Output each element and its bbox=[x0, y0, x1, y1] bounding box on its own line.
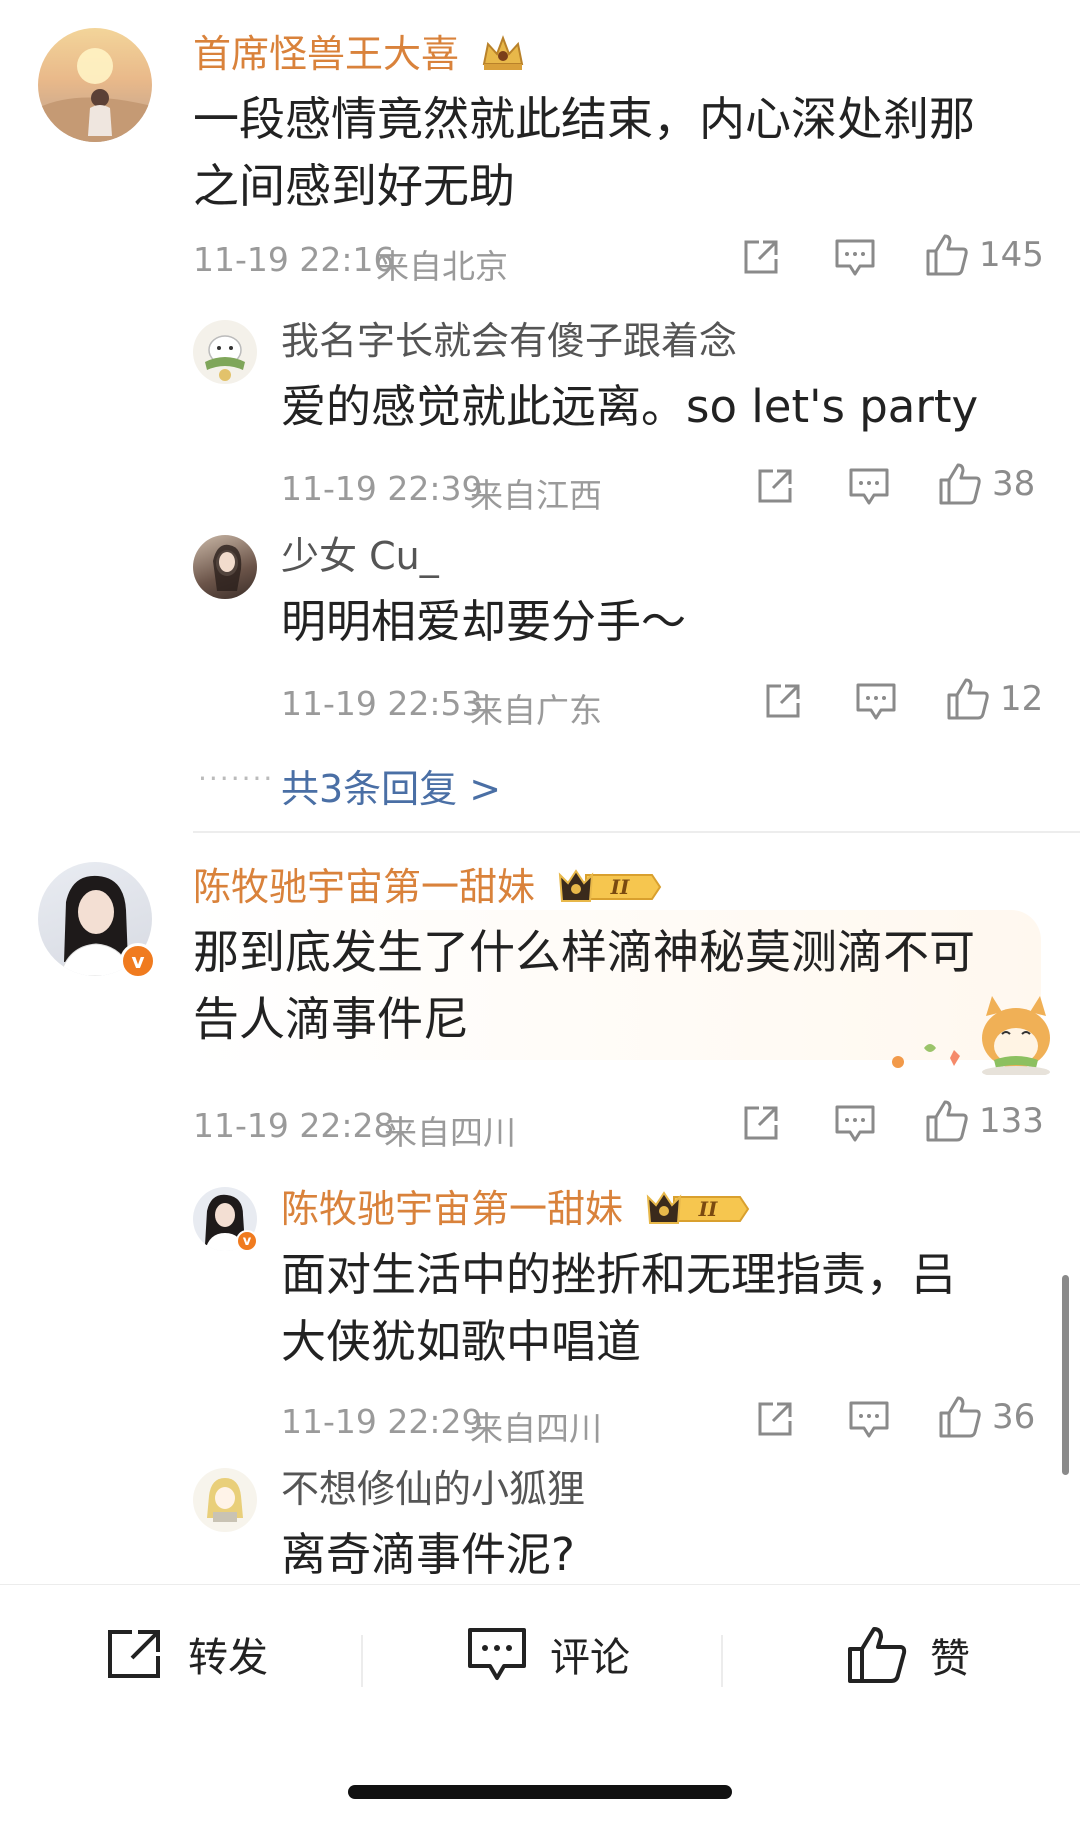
reply-text: 爱的感觉就此远离。so let's party bbox=[281, 380, 979, 433]
location: 来自江西 bbox=[470, 476, 602, 515]
like-button[interactable]: 12 bbox=[946, 677, 1043, 721]
location: 来自广东 bbox=[470, 691, 602, 730]
reply-button[interactable] bbox=[834, 1104, 876, 1144]
like-button[interactable]: 133 bbox=[925, 1099, 1044, 1143]
crown-badge-icon bbox=[480, 34, 526, 78]
reply-button[interactable] bbox=[848, 467, 890, 507]
reply-text: 离奇滴事件泥? bbox=[281, 1528, 575, 1581]
avatar[interactable] bbox=[38, 28, 152, 142]
shiba-sticker-icon bbox=[890, 990, 1060, 1079]
repost-button[interactable] bbox=[741, 1103, 781, 1143]
like-count: 38 bbox=[992, 464, 1036, 504]
thumbs-up-icon bbox=[926, 234, 968, 276]
location: 来自四川 bbox=[384, 1113, 516, 1152]
comment-icon bbox=[856, 683, 896, 720]
timestamp: 11-19 22:28 bbox=[193, 1106, 395, 1145]
level-badge-icon: II bbox=[556, 867, 662, 911]
thumbs-up-icon bbox=[939, 1396, 981, 1438]
location: 来自北京 bbox=[376, 247, 508, 286]
svg-text:II: II bbox=[610, 875, 630, 899]
divider bbox=[361, 1635, 363, 1687]
thumbs-up-icon bbox=[939, 463, 981, 505]
comment-icon bbox=[835, 239, 875, 276]
comment-icon bbox=[849, 468, 889, 505]
share-icon bbox=[758, 1402, 792, 1436]
repost-button[interactable] bbox=[755, 1399, 795, 1439]
avatar[interactable] bbox=[193, 1468, 257, 1532]
location: 来自四川 bbox=[470, 1409, 602, 1448]
share-icon bbox=[758, 469, 792, 503]
repost-label: 转发 bbox=[188, 1635, 268, 1681]
svg-text:II: II bbox=[698, 1197, 718, 1221]
comment-icon bbox=[849, 1401, 889, 1438]
reply-text: 面对生活中的挫折和无理指责，吕 大侠犹如歌中唱道 bbox=[281, 1248, 957, 1368]
like-count: 12 bbox=[1000, 679, 1044, 719]
more-dots: ······· bbox=[198, 762, 275, 795]
like-count: 145 bbox=[979, 235, 1044, 275]
timestamp: 11-19 22:53 bbox=[281, 684, 483, 723]
timestamp: 11-19 22:16 bbox=[193, 240, 395, 279]
share-icon bbox=[766, 684, 800, 718]
divider bbox=[193, 831, 1080, 833]
comment-icon bbox=[468, 1628, 526, 1680]
username[interactable]: 陈牧驰宇宙第一甜妹 bbox=[193, 868, 535, 906]
avatar[interactable] bbox=[193, 535, 257, 599]
username[interactable]: 我名字长就会有傻子跟着念 bbox=[281, 322, 737, 360]
comment-label: 评论 bbox=[550, 1635, 630, 1681]
verified-badge-icon: v bbox=[236, 1230, 258, 1252]
timestamp: 11-19 22:39 bbox=[281, 469, 483, 508]
thumbs-up-icon bbox=[947, 678, 989, 720]
repost-button[interactable] bbox=[755, 466, 795, 506]
thumbs-up-icon bbox=[848, 1627, 907, 1683]
thumbs-up-icon bbox=[926, 1100, 968, 1142]
like-count: 133 bbox=[979, 1101, 1044, 1141]
avatar[interactable] bbox=[193, 320, 257, 384]
timestamp: 11-19 22:29 bbox=[281, 1402, 483, 1441]
reply-text: 明明相爱却要分手～ bbox=[281, 595, 687, 648]
like-button[interactable]: 36 bbox=[938, 1395, 1035, 1439]
home-indicator[interactable] bbox=[348, 1785, 732, 1799]
like-label: 赞 bbox=[930, 1636, 970, 1682]
reply-button[interactable] bbox=[834, 238, 876, 278]
like-button[interactable]: 38 bbox=[938, 462, 1035, 506]
reply-button[interactable] bbox=[855, 682, 897, 722]
like-button[interactable]: 145 bbox=[925, 233, 1044, 277]
share-icon bbox=[744, 240, 778, 274]
level-badge-icon: II bbox=[644, 1189, 750, 1233]
username[interactable]: 首席怪兽王大喜 bbox=[193, 35, 459, 73]
like-action-button[interactable]: 赞 bbox=[846, 1625, 970, 1685]
comment-action-button[interactable]: 评论 bbox=[466, 1625, 630, 1683]
comment-text: 一段感情竟然就此结束，内心深处刹那 之间感到好无助 bbox=[193, 92, 975, 213]
repost-action-button[interactable]: 转发 bbox=[104, 1625, 268, 1683]
username[interactable]: 不想修仙的小狐狸 bbox=[281, 1470, 585, 1508]
like-count: 36 bbox=[992, 1397, 1036, 1437]
repost-button[interactable] bbox=[741, 237, 781, 277]
username[interactable]: 陈牧驰宇宙第一甜妹 bbox=[281, 1190, 623, 1228]
share-icon bbox=[744, 1106, 778, 1140]
comment-icon bbox=[835, 1105, 875, 1142]
share-icon bbox=[108, 1630, 160, 1678]
reply-button[interactable] bbox=[848, 1400, 890, 1440]
username[interactable]: 少女 Cu_ bbox=[281, 537, 439, 575]
verified-badge-icon: v bbox=[120, 943, 156, 979]
scrollbar[interactable] bbox=[1062, 1275, 1069, 1475]
view-more-replies-link[interactable]: 共3条回复 > bbox=[281, 758, 501, 813]
repost-button[interactable] bbox=[763, 681, 803, 721]
divider bbox=[721, 1635, 723, 1687]
